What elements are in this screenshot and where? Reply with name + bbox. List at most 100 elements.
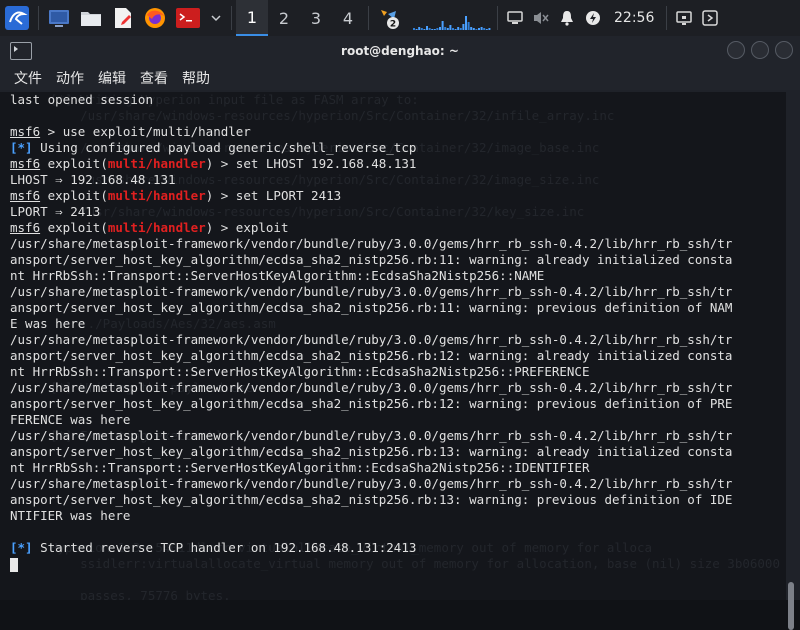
close-button[interactable] bbox=[775, 41, 793, 59]
taskbar-separator bbox=[666, 6, 668, 30]
network-icon[interactable] bbox=[502, 0, 528, 36]
net-activity-bar bbox=[475, 29, 478, 30]
net-activity-bar bbox=[472, 28, 475, 30]
net-activity-bar bbox=[420, 28, 423, 30]
shell-prompt: msf6 bbox=[10, 188, 41, 203]
minimize-button[interactable] bbox=[727, 41, 745, 59]
command-text: use exploit/multi/handler bbox=[62, 124, 251, 139]
terminal-window: root@denghao: ~ 文件 动作 编辑 查看 帮助 [*] Writi… bbox=[0, 36, 800, 630]
kali-menu-icon[interactable] bbox=[4, 6, 30, 30]
menu-file[interactable]: 文件 bbox=[14, 68, 42, 88]
show-desktop-icon[interactable] bbox=[47, 6, 71, 30]
status-marker: [*] bbox=[10, 540, 33, 555]
menu-view[interactable]: 查看 bbox=[140, 68, 168, 88]
menu-bar: 文件 动作 编辑 查看 帮助 bbox=[0, 66, 800, 90]
net-activity-bar bbox=[423, 29, 426, 30]
terminal-line: msf6 exploit(multi/handler) > exploit bbox=[10, 220, 289, 235]
terminal-line: /usr/share/metasploit-framework/vendor/b… bbox=[10, 332, 786, 348]
output-text: /usr/share/metasploit-framework/vendor/b… bbox=[10, 284, 733, 299]
workspace-4[interactable]: 4 bbox=[332, 0, 364, 36]
shell-prompt: msf6 bbox=[10, 124, 41, 139]
terminal-line: [*] Started reverse TCP handler on 192.1… bbox=[10, 540, 786, 556]
output-text: /usr/share/metasploit-framework/vendor/b… bbox=[10, 380, 733, 395]
text-editor-icon[interactable] bbox=[111, 6, 135, 30]
output-text: nt HrrRbSsh::Transport::ServerHostKeyAlg… bbox=[10, 268, 545, 283]
task-badge: 2 bbox=[390, 20, 396, 30]
terminal-line: ansport/server_host_key_algorithm/ecdsa_… bbox=[10, 492, 786, 508]
network-graph bbox=[413, 6, 493, 30]
output-text: ansport/server_host_key_algorithm/ecdsa_… bbox=[10, 300, 733, 315]
output-text: nt HrrRbSsh::Transport::ServerHostKeyAlg… bbox=[10, 460, 590, 475]
status-marker: [*] bbox=[10, 140, 33, 155]
workspace-1[interactable]: 1 bbox=[236, 0, 268, 36]
module-name: multi/handler bbox=[107, 220, 206, 235]
terminal-line: ansport/server_host_key_algorithm/ecdsa_… bbox=[10, 348, 786, 364]
net-activity-bar bbox=[452, 28, 454, 30]
maximize-button[interactable] bbox=[751, 41, 769, 59]
output-text: FERENCE was here bbox=[10, 412, 131, 427]
task-window-icon[interactable]: 2 bbox=[377, 6, 403, 30]
clock[interactable]: 22:56 bbox=[606, 10, 662, 26]
output-text: LHOST ⇒ 192.168.48.131 bbox=[10, 172, 176, 187]
taskbar: 1 2 3 4 2 22:56 bbox=[0, 0, 800, 36]
output-text: ansport/server_host_key_algorithm/ecdsa_… bbox=[10, 444, 733, 459]
output-text: /usr/share/metasploit-framework/vendor/b… bbox=[10, 428, 733, 443]
chevron-down-icon[interactable] bbox=[209, 6, 223, 30]
net-activity-bar bbox=[446, 28, 449, 30]
net-activity-bar bbox=[436, 28, 439, 30]
net-activity-bar bbox=[449, 25, 452, 30]
command-text: exploit bbox=[235, 220, 289, 235]
net-activity-bar bbox=[465, 16, 467, 30]
terminal-line: nt HrrRbSsh::Transport::ServerHostKeyAlg… bbox=[10, 268, 786, 284]
net-activity-bar bbox=[478, 28, 480, 30]
module-name: multi/handler bbox=[107, 156, 206, 171]
menu-edit[interactable]: 编辑 bbox=[98, 68, 126, 88]
terminal-line: ansport/server_host_key_algorithm/ecdsa_… bbox=[10, 444, 786, 460]
terminal-line: ansport/server_host_key_algorithm/ecdsa_… bbox=[10, 252, 786, 268]
workspace-3[interactable]: 3 bbox=[300, 0, 332, 36]
terminal-line: /usr/share/metasploit-framework/vendor/b… bbox=[10, 236, 786, 252]
terminal-line: msf6 exploit(multi/handler) > set LPORT … bbox=[10, 188, 342, 203]
ghost-line: passes, 75776 bytes. bbox=[50, 588, 231, 600]
power-manager-icon[interactable] bbox=[580, 0, 606, 36]
lock-screen-icon[interactable] bbox=[671, 0, 697, 36]
net-activity-bar bbox=[418, 27, 421, 30]
output-text: /usr/share/metasploit-framework/vendor/b… bbox=[10, 476, 733, 491]
terminal-line: [*] Using configured payload generic/she… bbox=[10, 140, 786, 156]
shell-prompt: msf6 bbox=[10, 156, 41, 171]
net-activity-bar bbox=[485, 29, 488, 30]
output-text: nt HrrRbSsh::Transport::ServerHostKeyAlg… bbox=[10, 364, 590, 379]
scrollbar[interactable] bbox=[788, 182, 794, 630]
bell-icon[interactable] bbox=[554, 0, 580, 36]
output-text: ansport/server_host_key_algorithm/ecdsa_… bbox=[10, 396, 733, 411]
module-name: multi/handler bbox=[107, 188, 206, 203]
logout-icon[interactable] bbox=[697, 0, 723, 36]
net-activity-bar bbox=[415, 29, 418, 30]
net-activity-bar bbox=[444, 27, 447, 30]
output-text: ansport/server_host_key_algorithm/ecdsa_… bbox=[10, 492, 733, 507]
net-activity-bar bbox=[428, 28, 431, 30]
terminal-app-icon[interactable] bbox=[175, 6, 201, 30]
net-activity-bar bbox=[441, 21, 444, 30]
terminal-lines: last opened session msf6 > use exploit/mu… bbox=[10, 92, 786, 572]
terminal-line: ansport/server_host_key_algorithm/ecdsa_… bbox=[10, 396, 786, 412]
firefox-icon[interactable] bbox=[143, 6, 167, 30]
net-activity-bar bbox=[480, 27, 483, 30]
menu-actions[interactable]: 动作 bbox=[56, 68, 84, 88]
window-titlebar[interactable]: root@denghao: ~ bbox=[0, 36, 800, 66]
shell-prompt: msf6 bbox=[10, 220, 41, 235]
volume-muted-icon[interactable] bbox=[528, 0, 554, 36]
menu-help[interactable]: 帮助 bbox=[182, 68, 210, 88]
net-activity-bar bbox=[488, 28, 491, 30]
scrollbar-thumb[interactable] bbox=[788, 582, 794, 630]
terminal-line: last opened session bbox=[10, 92, 786, 108]
file-manager-icon[interactable] bbox=[79, 6, 103, 30]
ghost-line bbox=[50, 572, 780, 588]
terminal-line: msf6 > use exploit/multi/handler bbox=[10, 124, 786, 140]
command-text: set LHOST 192.168.48.131 bbox=[235, 156, 417, 171]
terminal-line: nt HrrRbSsh::Transport::ServerHostKeyAlg… bbox=[10, 460, 786, 476]
workspace-2[interactable]: 2 bbox=[268, 0, 300, 36]
terminal-output[interactable]: [*] Writing Hyperion input file as FASM … bbox=[0, 92, 786, 600]
taskbar-separator bbox=[38, 6, 39, 30]
